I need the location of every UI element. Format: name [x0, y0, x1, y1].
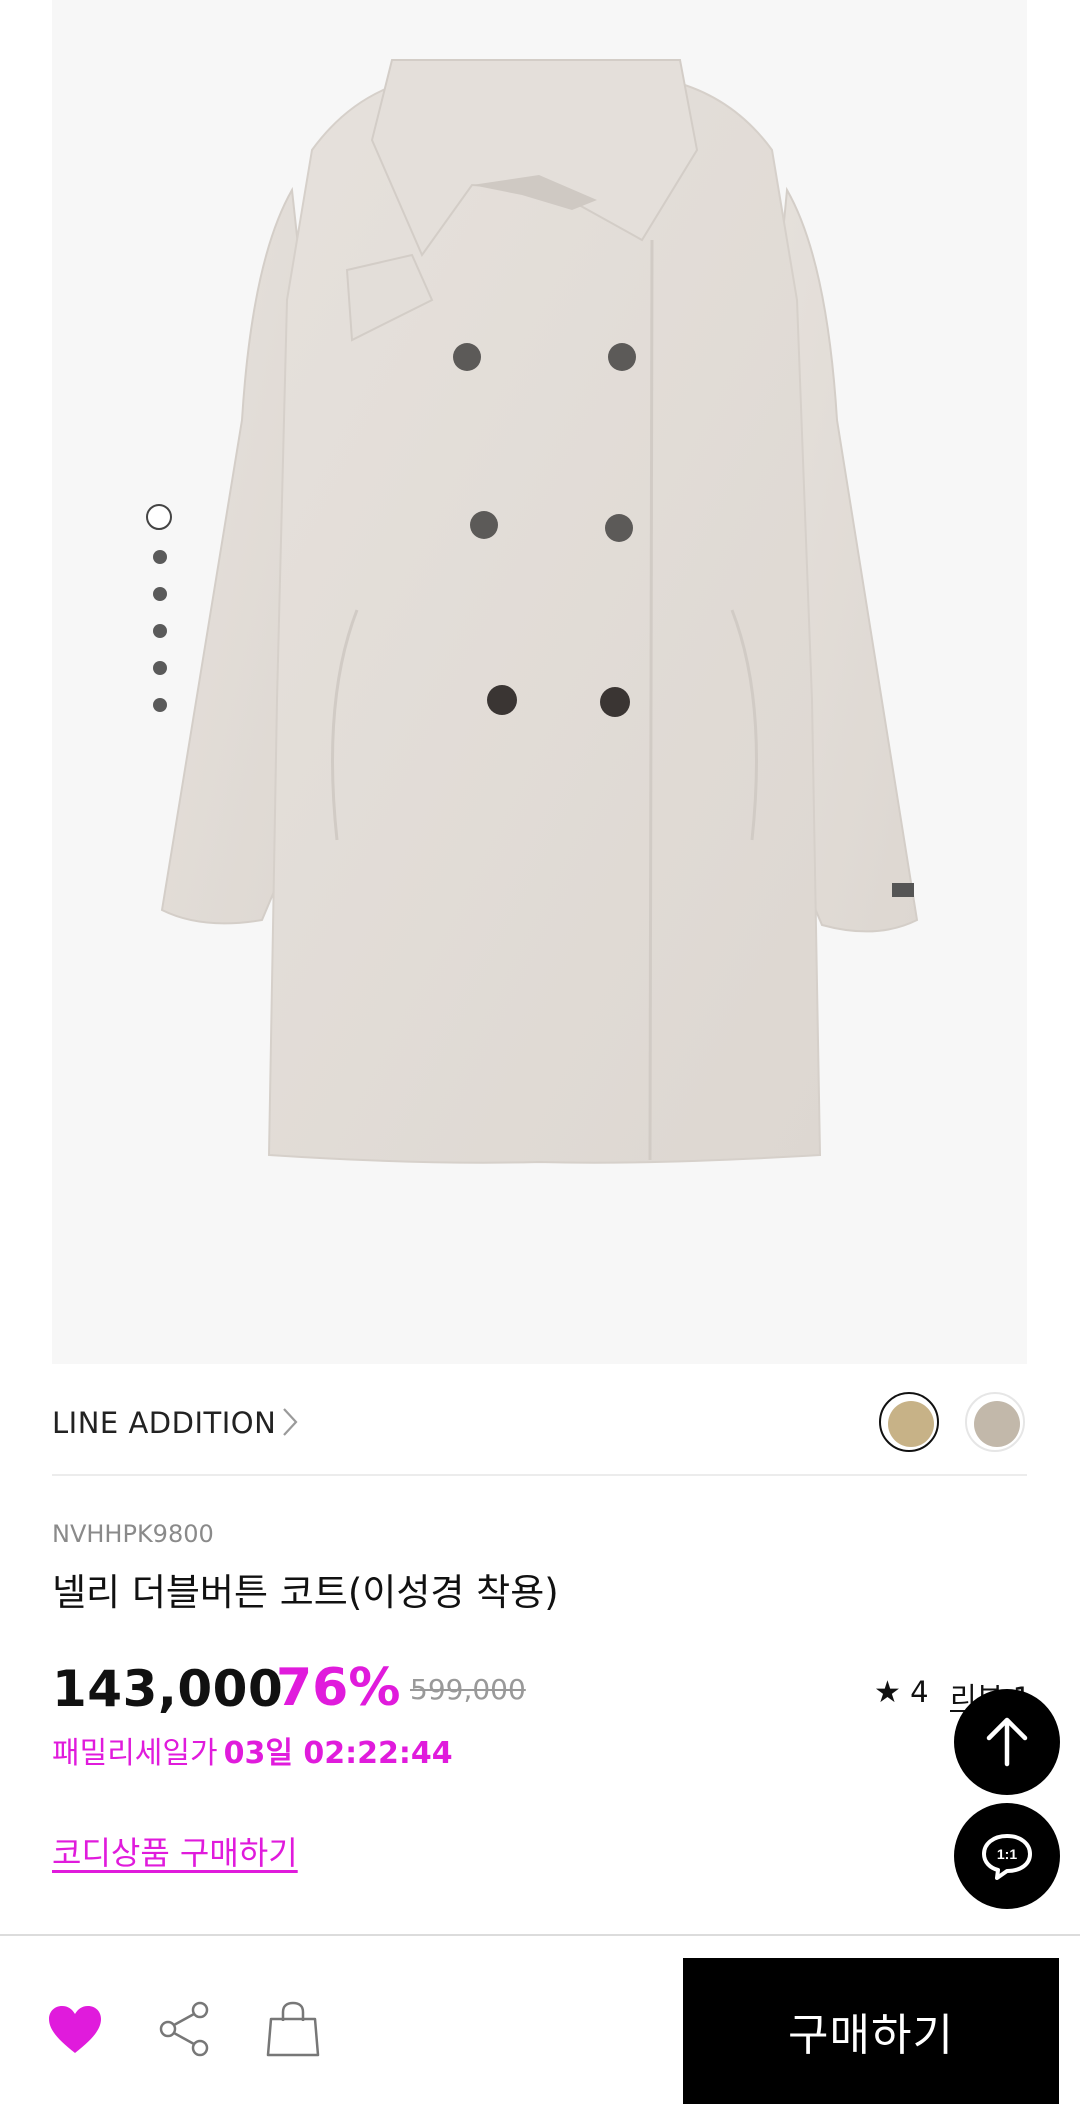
share-button[interactable] [154, 1998, 214, 2060]
scroll-top-button[interactable] [954, 1689, 1060, 1795]
cart-button[interactable] [262, 1998, 324, 2060]
discount-rate: 76% [276, 1658, 401, 1718]
family-sale-timer: 03일 02:22:44 [223, 1736, 453, 1771]
gallery-dot-4[interactable] [153, 624, 167, 638]
share-icon [159, 2001, 209, 2057]
color-swatch-gray[interactable] [965, 1392, 1025, 1452]
rating[interactable]: ★ 4 [874, 1675, 929, 1710]
brand-row: LINE ADDITION [52, 1364, 1027, 1476]
product-image-gallery[interactable] [52, 0, 1027, 1364]
arrow-up-icon [986, 1717, 1028, 1767]
original-price: 599,000 [410, 1673, 526, 1706]
star-icon: ★ [874, 1675, 901, 1710]
gallery-dot-5[interactable] [153, 661, 167, 675]
heart-icon [49, 2006, 101, 2053]
coordi-purchase-link[interactable]: 코디상품 구매하기 [52, 1828, 298, 1874]
shopping-bag-icon [266, 2001, 320, 2057]
product-image-coat [160, 59, 919, 1164]
rating-score: 4 [910, 1675, 929, 1709]
chat-icon-text: 1:1 [997, 1846, 1017, 1862]
product-sku: NVHHPK9800 [52, 1520, 214, 1548]
chevron-right-icon [281, 1406, 299, 1442]
product-title: 넬리 더블버튼 코트(이성경 착용) [52, 1571, 559, 1614]
gallery-dot-1[interactable] [146, 504, 172, 530]
chat-button[interactable]: 1:1 [954, 1803, 1060, 1909]
gallery-dot-2[interactable] [153, 550, 167, 564]
sale-price: 143,000 [52, 1660, 284, 1718]
gallery-dot-3[interactable] [153, 587, 167, 601]
chat-1to1-icon: 1:1 [982, 1834, 1032, 1880]
gallery-dot-6[interactable] [153, 698, 167, 712]
bottom-action-bar: 구매하기 [0, 1934, 1080, 2123]
family-sale-label: 패밀리세일가 [52, 1736, 218, 1771]
swatch-fill [888, 1401, 934, 1447]
wishlist-button[interactable] [44, 2000, 106, 2060]
buy-button[interactable]: 구매하기 [683, 1958, 1059, 2104]
color-swatch-beige[interactable] [879, 1392, 939, 1452]
brand-link[interactable]: LINE ADDITION [52, 1406, 276, 1440]
family-sale-row: 패밀리세일가 03일 02:22:44 [52, 1728, 453, 1772]
swatch-fill [974, 1401, 1020, 1447]
